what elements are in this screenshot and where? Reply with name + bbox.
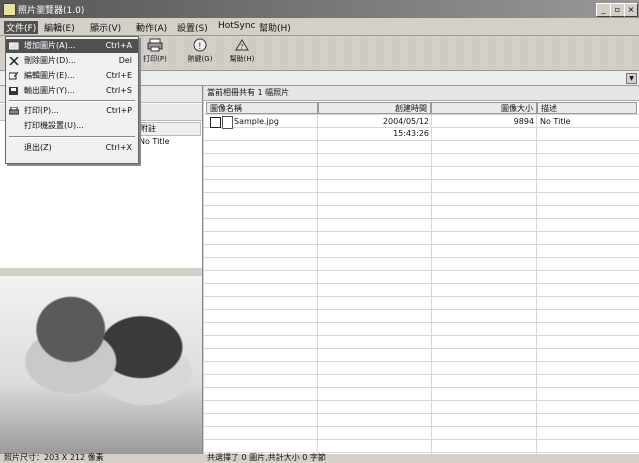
menu-item-delete-photo[interactable]: 刪除圖片(D)... Del xyxy=(6,54,138,68)
add-photo-icon xyxy=(9,42,19,50)
photo-preview xyxy=(0,276,202,454)
menu-item-edit-photo-label: 編輯圖片(E)... xyxy=(24,71,75,80)
menu-bar: 文件(F) 編輯(E) 顯示(V) 動作(A) 設置(S) HotSync 幫助… xyxy=(0,19,639,36)
svg-text:!: ! xyxy=(198,42,202,52)
menu-separator xyxy=(9,136,135,138)
maximize-button[interactable]: ▫ xyxy=(610,3,625,17)
row-desc: No Title xyxy=(540,117,571,126)
menu-edit[interactable]: 編輯(E) xyxy=(44,21,75,34)
row-size: 9894 xyxy=(513,117,534,126)
menu-item-exit-label: 退出(Z) xyxy=(24,143,52,152)
column-header-created[interactable]: 創建時間 xyxy=(318,102,431,114)
toolbar-hotkey-button[interactable]: ! 熱鍵(G) xyxy=(183,38,217,68)
row-created: 2004/05/12 15:43:26 xyxy=(382,117,429,138)
file-menu-dropdown: 增加圖片(A)... Ctrl+A 刪除圖片(D)... Del 編輯圖片(E)… xyxy=(5,36,139,164)
hotkey-icon: ! xyxy=(193,38,207,52)
photo-grid xyxy=(204,102,639,454)
row-name[interactable]: Sample.jpg xyxy=(234,116,279,128)
menu-item-print-label: 打印(P)... xyxy=(24,106,59,115)
status-bar: 照片尺寸：203 X 212 像素 共選擇了 0 圖片,共計大小 0 字節 xyxy=(0,453,639,462)
menu-hotsync[interactable]: HotSync xyxy=(218,21,256,31)
printer-icon xyxy=(147,38,163,52)
column-header-desc[interactable]: 描述 xyxy=(537,102,637,114)
menu-file[interactable]: 文件(F) xyxy=(4,21,39,34)
menu-item-export-photo-label: 輸出圖片(Y)... xyxy=(24,86,75,95)
info-table-cell: No Title xyxy=(139,137,170,146)
photo-list-pane: 當前相冊共有 1 幅照片 圖像名稱 創建時間 圖像大小 描述 Sample.jp… xyxy=(204,86,639,454)
menu-item-exit[interactable]: 退出(Z) Ctrl+X xyxy=(6,141,138,155)
menu-item-delete-photo-shortcut: Del xyxy=(118,56,132,65)
menu-help[interactable]: 幫助(H) xyxy=(259,21,291,34)
printer-icon xyxy=(9,107,19,115)
column-header-size[interactable]: 圖像大小 xyxy=(431,102,537,114)
image-file-icon xyxy=(222,116,233,129)
menu-settings[interactable]: 設置(S) xyxy=(177,21,208,34)
menu-item-add-photo-label: 增加圖片(A)... xyxy=(24,41,76,50)
menu-item-printer-setup[interactable]: 打印機設置(U)... xyxy=(6,119,138,133)
chevron-down-icon[interactable]: ▼ xyxy=(626,73,637,84)
info-table-header: 附註 xyxy=(136,122,201,136)
menu-view[interactable]: 顯示(V) xyxy=(90,21,121,34)
menu-item-add-photo[interactable]: 增加圖片(A)... Ctrl+A xyxy=(6,39,138,53)
delete-icon xyxy=(9,57,19,65)
menu-item-add-photo-shortcut: Ctrl+A xyxy=(105,41,132,50)
toolbar-help-button[interactable]: ? 幫助(H) xyxy=(225,38,259,68)
toolbar-hotkey-label: 熱鍵(G) xyxy=(187,55,213,63)
app-icon xyxy=(3,3,16,16)
column-header-name[interactable]: 圖像名稱 xyxy=(206,102,318,114)
menu-item-delete-photo-label: 刪除圖片(D)... xyxy=(24,56,77,65)
menu-action[interactable]: 動作(A) xyxy=(136,21,167,34)
album-info: 當前相冊共有 1 幅照片 xyxy=(204,86,639,101)
menu-item-exit-shortcut: Ctrl+X xyxy=(105,143,132,152)
menu-item-print-shortcut: Ctrl+P xyxy=(106,106,132,115)
status-image-size: 照片尺寸：203 X 212 像素 xyxy=(4,453,104,462)
minimize-button[interactable]: _ xyxy=(596,3,611,17)
title-bar: 照片瀏覽器(1.0) _ ▫ × xyxy=(0,0,639,18)
menu-item-export-photo[interactable]: 輸出圖片(Y)... Ctrl+S xyxy=(6,84,138,98)
menu-item-edit-photo[interactable]: 編輯圖片(E)... Ctrl+E xyxy=(6,69,138,83)
menu-item-edit-photo-shortcut: Ctrl+E xyxy=(106,71,132,80)
close-button[interactable]: × xyxy=(624,3,638,17)
edit-icon xyxy=(9,72,19,80)
status-selection: 共選擇了 0 圖片,共計大小 0 字節 xyxy=(207,453,326,462)
export-icon xyxy=(9,87,18,95)
window-title: 照片瀏覽器(1.0) xyxy=(18,6,85,16)
toolbar-print-button[interactable]: 打印(P) xyxy=(138,38,172,68)
menu-item-printer-setup-label: 打印機設置(U)... xyxy=(24,121,84,130)
toolbar-help-label: 幫助(H) xyxy=(229,55,255,63)
menu-item-export-photo-shortcut: Ctrl+S xyxy=(105,86,132,95)
toolbar-print-label: 打印(P) xyxy=(143,55,167,63)
menu-separator xyxy=(9,100,135,102)
row-checkbox[interactable] xyxy=(210,117,221,128)
menu-item-print[interactable]: 打印(P)... Ctrl+P xyxy=(6,104,138,118)
help-icon: ? xyxy=(235,39,249,51)
svg-text:?: ? xyxy=(240,43,244,51)
